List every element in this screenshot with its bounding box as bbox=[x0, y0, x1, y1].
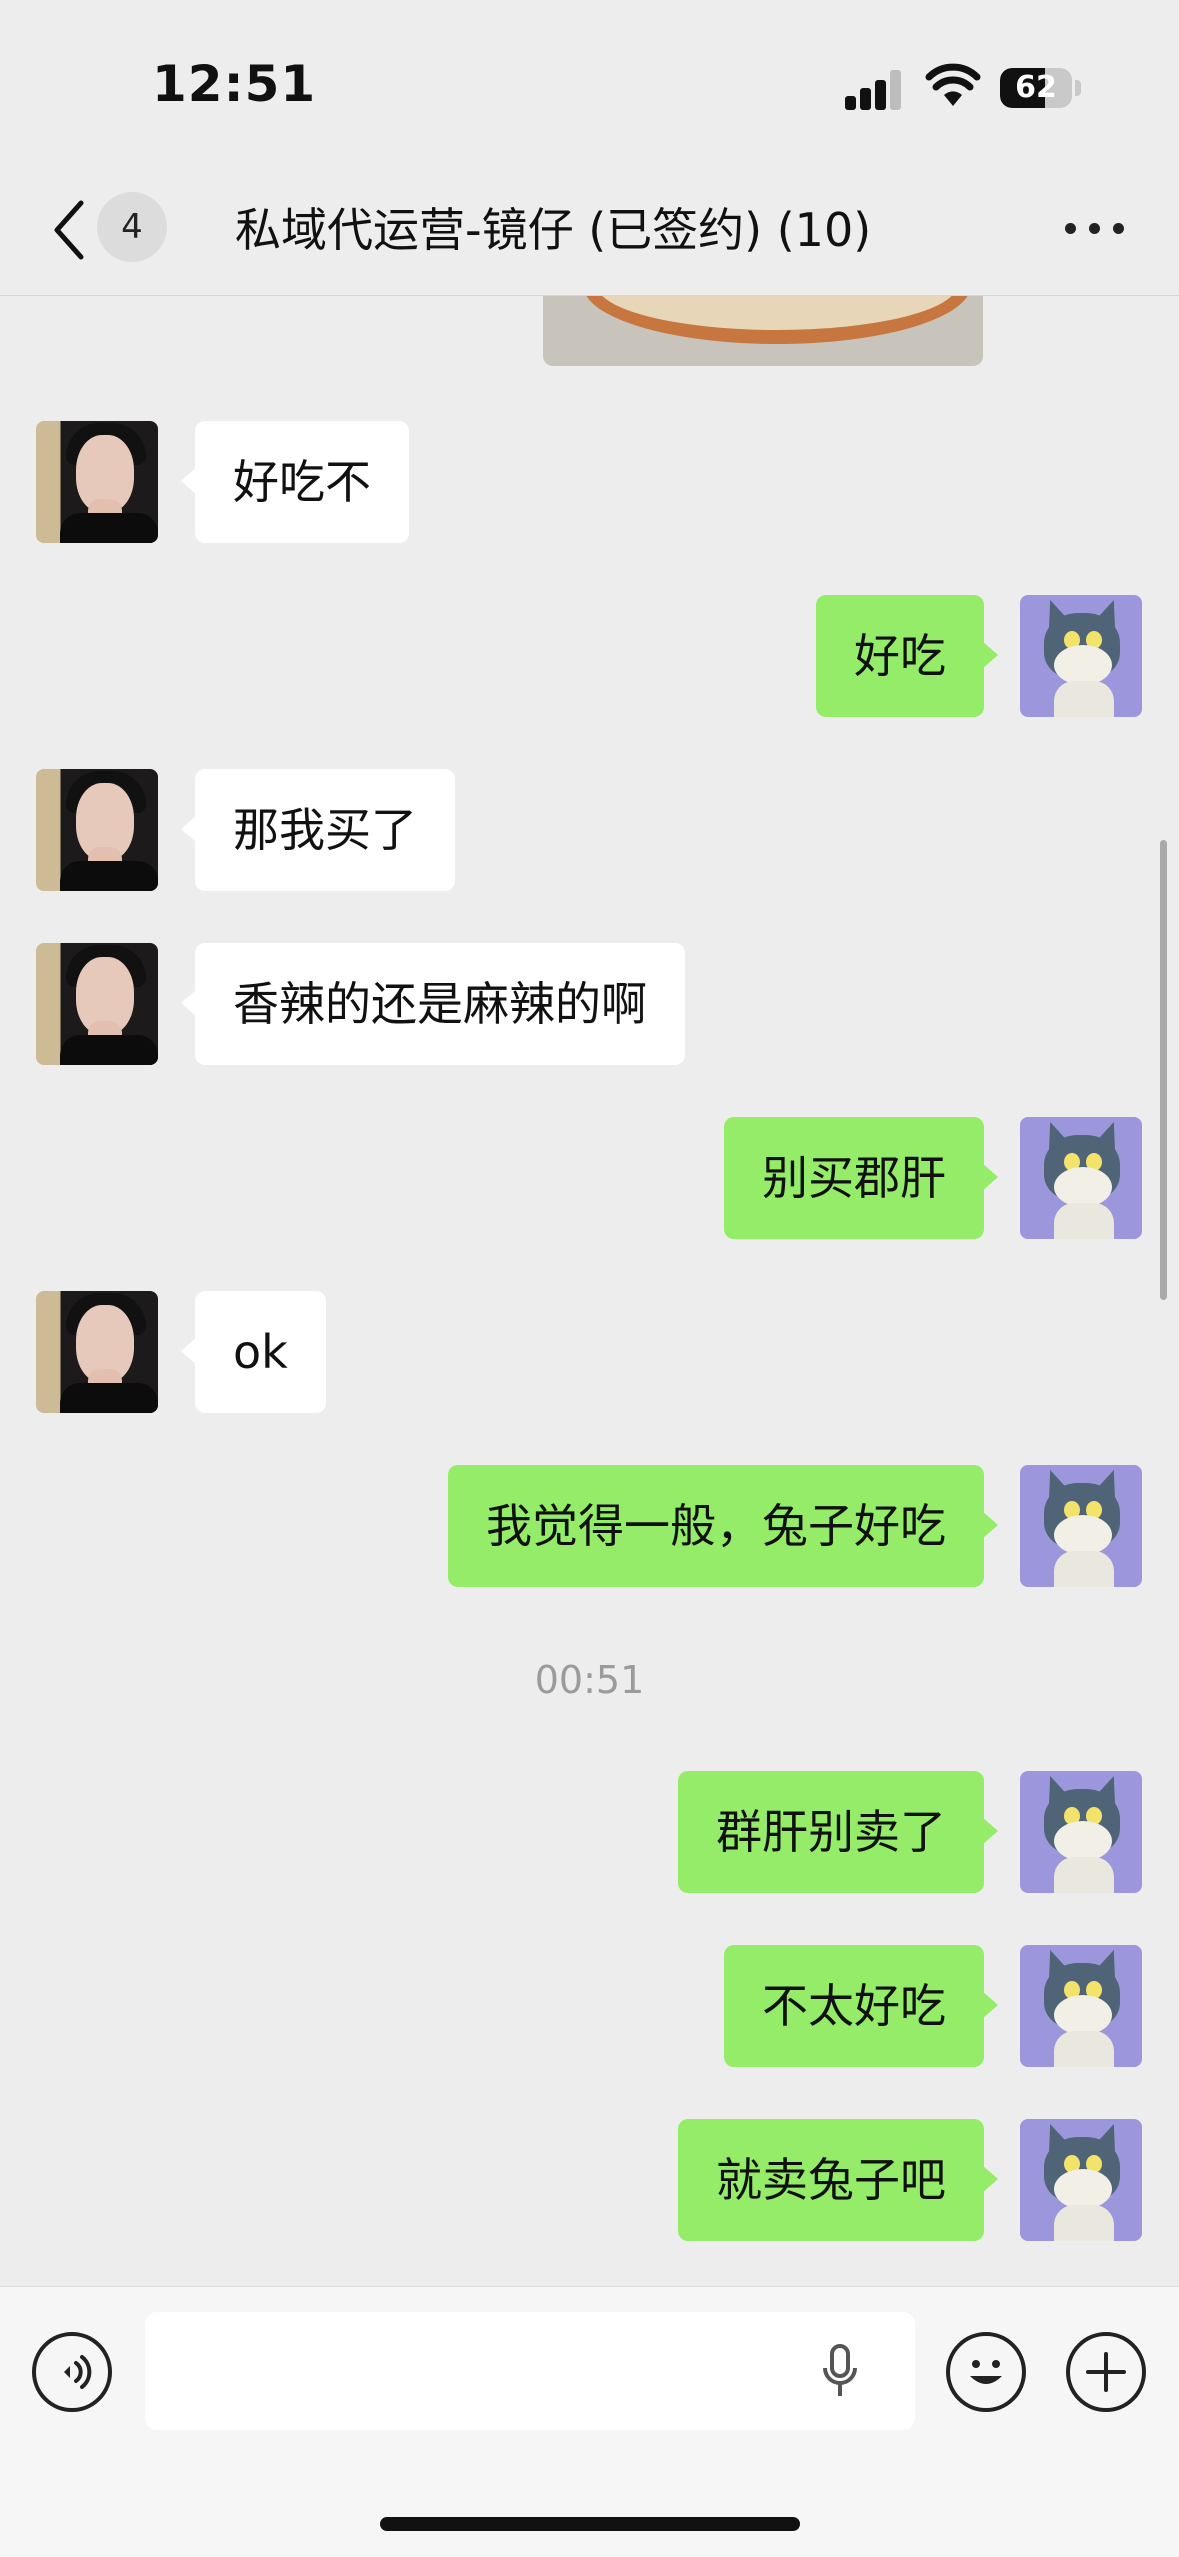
avatar[interactable] bbox=[1020, 595, 1142, 717]
message-bubble-outgoing[interactable]: 我觉得一般，兔子好吃 bbox=[448, 1465, 998, 1587]
message-bubble-incoming[interactable]: ok bbox=[181, 1291, 326, 1413]
battery-percent: 62 bbox=[1015, 70, 1057, 105]
more-dots-icon[interactable] bbox=[1065, 223, 1125, 239]
avatar[interactable] bbox=[36, 1291, 158, 1413]
avatar[interactable] bbox=[36, 421, 158, 543]
unread-count-badge[interactable]: 4 bbox=[97, 192, 167, 262]
battery-icon: 62 bbox=[1000, 68, 1072, 108]
chat-title: 私域代运营-镜仔 (已签约) (10) bbox=[235, 203, 872, 257]
wifi-icon bbox=[925, 63, 981, 106]
message-input[interactable] bbox=[145, 2312, 915, 2430]
message-list[interactable]: 好吃不 好吃 那我买了 香辣的还是麻辣的啊 别买郡肝 ok 我觉得一般，兔子好吃… bbox=[0, 296, 1179, 2286]
chevron-left-icon[interactable] bbox=[45, 195, 95, 265]
avatar[interactable] bbox=[1020, 1465, 1142, 1587]
scrollbar[interactable] bbox=[1160, 840, 1167, 1300]
avatar[interactable] bbox=[1020, 1117, 1142, 1239]
image-message[interactable] bbox=[543, 296, 983, 366]
avatar[interactable] bbox=[36, 943, 158, 1065]
home-indicator bbox=[380, 2517, 800, 2531]
microphone-icon[interactable] bbox=[820, 2342, 860, 2402]
message-bubble-outgoing[interactable]: 就卖兔子吧 bbox=[678, 2119, 998, 2241]
avatar[interactable] bbox=[1020, 2119, 1142, 2241]
message-bubble-outgoing[interactable]: 不太好吃 bbox=[724, 1945, 998, 2067]
message-bubble-incoming[interactable]: 好吃不 bbox=[181, 421, 409, 543]
message-bubble-incoming[interactable]: 那我买了 bbox=[181, 769, 455, 891]
message-bubble-incoming[interactable]: 香辣的还是麻辣的啊 bbox=[181, 943, 685, 1065]
message-timestamp: 00:51 bbox=[534, 1658, 645, 1702]
status-time: 12:51 bbox=[152, 55, 317, 113]
message-bubble-outgoing[interactable]: 好吃 bbox=[816, 595, 998, 717]
message-bubble-outgoing[interactable]: 别买郡肝 bbox=[724, 1117, 998, 1239]
chat-header: 4 私域代运营-镜仔 (已签约) (10) bbox=[0, 165, 1179, 296]
avatar[interactable] bbox=[36, 769, 158, 891]
voice-icon[interactable] bbox=[32, 2332, 112, 2412]
cellular-signal-icon bbox=[845, 70, 903, 110]
plus-icon[interactable] bbox=[1066, 2332, 1146, 2412]
avatar[interactable] bbox=[1020, 1771, 1142, 1893]
avatar[interactable] bbox=[1020, 1945, 1142, 2067]
input-bar bbox=[0, 2286, 1179, 2557]
status-bar: 12:51 62 bbox=[0, 0, 1179, 165]
emoji-icon[interactable] bbox=[946, 2332, 1026, 2412]
message-bubble-outgoing[interactable]: 群肝别卖了 bbox=[678, 1771, 998, 1893]
